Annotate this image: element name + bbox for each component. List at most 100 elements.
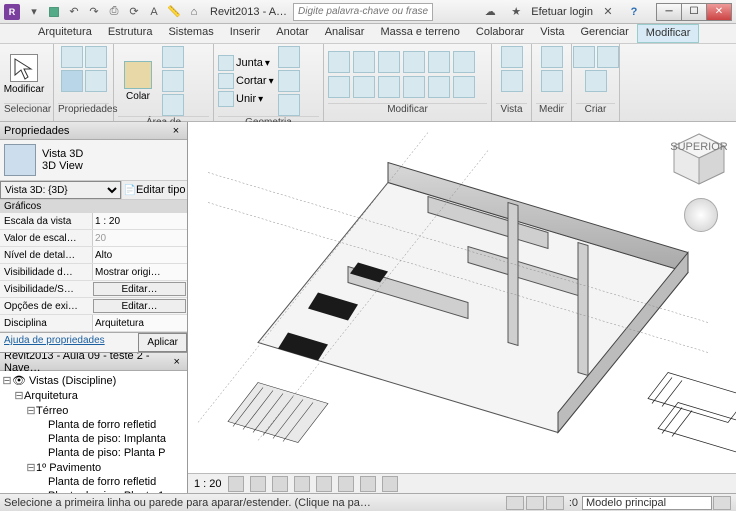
tab-sistemas[interactable]: Sistemas (160, 24, 221, 43)
close-button[interactable]: ✕ (706, 3, 732, 21)
mod-tool[interactable] (428, 51, 450, 73)
view-b2[interactable] (501, 70, 523, 92)
view-b1[interactable] (501, 46, 523, 68)
tree-node[interactable]: Planta de piso: Planta P (2, 446, 185, 460)
design-options-icon[interactable] (526, 496, 544, 510)
keyword-search-input[interactable] (293, 3, 433, 21)
mod-tool[interactable] (453, 51, 475, 73)
worksets-icon[interactable] (506, 496, 524, 510)
tab-colaborar[interactable]: Colaborar (468, 24, 532, 43)
cut-button[interactable] (162, 46, 184, 68)
viewcube[interactable]: SUPERIOR (668, 128, 730, 190)
props-btn-1[interactable] (61, 46, 83, 68)
filter-icon[interactable] (713, 496, 731, 510)
tree-node[interactable]: ⊟Térreo (2, 403, 185, 418)
create-b2[interactable] (597, 46, 619, 68)
mod-tool[interactable] (403, 76, 425, 98)
properties-header[interactable]: Propriedades× (0, 122, 187, 140)
tab-anotar[interactable]: Anotar (268, 24, 316, 43)
copy-button[interactable] (162, 70, 184, 92)
tree-node[interactable]: Planta de forro refletid (2, 475, 185, 489)
qat-open-icon[interactable]: ▾ (24, 3, 44, 21)
star-icon[interactable]: ★ (505, 3, 527, 21)
property-row[interactable]: Escala da vista1 : 20 (0, 213, 187, 230)
mod-tool[interactable] (453, 76, 475, 98)
browser-header[interactable]: Revit2013 - Aula 09 - teste 2 - Nave…× (0, 353, 187, 371)
subscription-icon[interactable]: ☁ (479, 3, 501, 21)
measure-b1[interactable] (541, 46, 563, 68)
qat-redo-icon[interactable]: ↷ (84, 3, 104, 21)
view-3d-canvas[interactable]: SUPERIOR 1 : 20 (188, 122, 736, 493)
property-row[interactable]: Visibilidade/S…Editar… (0, 281, 187, 298)
qat-sync-icon[interactable]: ⟳ (124, 3, 144, 21)
mod-tool[interactable] (378, 76, 400, 98)
qat-print-icon[interactable]: ⎙ (104, 3, 124, 21)
detail-level-icon[interactable] (228, 476, 244, 492)
tab-massa[interactable]: Massa e terreno (372, 24, 467, 43)
shadows-icon[interactable] (294, 476, 310, 492)
measure-b2[interactable] (541, 70, 563, 92)
create-b1[interactable] (573, 46, 595, 68)
crop-region-icon[interactable] (338, 476, 354, 492)
sun-path-icon[interactable] (272, 476, 288, 492)
property-row[interactable]: DisciplinaArquitetura (0, 315, 187, 332)
props-btn-4[interactable] (85, 70, 107, 92)
mod-tool[interactable] (428, 76, 450, 98)
props-btn-3[interactable] (61, 70, 83, 92)
geom-b2[interactable] (278, 70, 300, 92)
crop-icon[interactable] (316, 476, 332, 492)
property-row[interactable]: Valor de escal…20 (0, 230, 187, 247)
app-icon[interactable]: R (4, 4, 20, 20)
tree-node[interactable]: ⊟Arquitetura (2, 388, 185, 403)
property-row[interactable]: Opções de exi…Editar… (0, 298, 187, 315)
steering-wheel[interactable] (684, 198, 718, 232)
tab-analisar[interactable]: Analisar (317, 24, 373, 43)
props-btn-2[interactable] (85, 46, 107, 68)
qat-undo-icon[interactable]: ↶ (64, 3, 84, 21)
create-b3[interactable] (585, 70, 607, 92)
tab-inserir[interactable]: Inserir (222, 24, 269, 43)
minimize-button[interactable]: ─ (656, 3, 682, 21)
qat-text-icon[interactable]: A (144, 3, 164, 21)
property-row[interactable]: Visibilidade d…Mostrar origi… (0, 264, 187, 281)
exchange-icon[interactable]: ✕ (597, 3, 619, 21)
tree-node[interactable]: ⊟1º Pavimento (2, 460, 185, 475)
mod-tool[interactable] (403, 51, 425, 73)
type-selector[interactable]: Vista 3D3D View (0, 140, 187, 180)
qat-home-icon[interactable]: ⌂ (184, 3, 204, 21)
help-icon[interactable]: ? (623, 3, 645, 21)
tab-modificar[interactable]: Modificar (637, 24, 700, 43)
properties-help-link[interactable]: Ajuda de propriedades (0, 333, 109, 352)
mod-tool[interactable] (328, 51, 350, 73)
group-graficos[interactable]: Gráficos (0, 200, 187, 213)
view-scale[interactable]: 1 : 20 (194, 478, 222, 490)
temp-hide-icon[interactable] (382, 476, 398, 492)
visual-style-icon[interactable] (250, 476, 266, 492)
edit-type-button[interactable]: 📄 Editar tipo (121, 181, 187, 199)
qat-save-icon[interactable] (44, 3, 64, 21)
main-model-selector[interactable]: Modelo principal (582, 496, 712, 510)
tree-node[interactable]: Planta de forro refletid (2, 418, 185, 432)
mod-tool[interactable] (378, 51, 400, 73)
mod-tool[interactable] (353, 76, 375, 98)
maximize-button[interactable]: ☐ (681, 3, 707, 21)
geom-b3[interactable] (278, 94, 300, 116)
cut-geom-button[interactable]: Cortar ▾ (218, 73, 274, 89)
tab-gerenciar[interactable]: Gerenciar (573, 24, 637, 43)
geom-b1[interactable] (278, 46, 300, 68)
modify-tool-button[interactable]: Modificar (4, 48, 44, 102)
close-icon[interactable]: × (170, 356, 183, 368)
tab-vista[interactable]: Vista (532, 24, 572, 43)
signin-link[interactable]: Efetuar login (531, 6, 593, 18)
qat-measure-icon[interactable]: 📏 (164, 3, 184, 21)
union-button[interactable]: Unir ▾ (218, 91, 274, 107)
lock3d-icon[interactable] (360, 476, 376, 492)
property-row[interactable]: Nível de detal…Alto (0, 247, 187, 264)
close-icon[interactable]: × (169, 125, 183, 137)
paste-button[interactable]: Colar (118, 54, 158, 108)
editable-only-icon[interactable] (546, 496, 564, 510)
tree-node[interactable]: Planta de piso: Implanta (2, 432, 185, 446)
tree-node[interactable]: Planta de piso: Planta 1 (2, 489, 185, 493)
apply-button[interactable]: Aplicar (138, 333, 187, 352)
tab-estrutura[interactable]: Estrutura (100, 24, 161, 43)
